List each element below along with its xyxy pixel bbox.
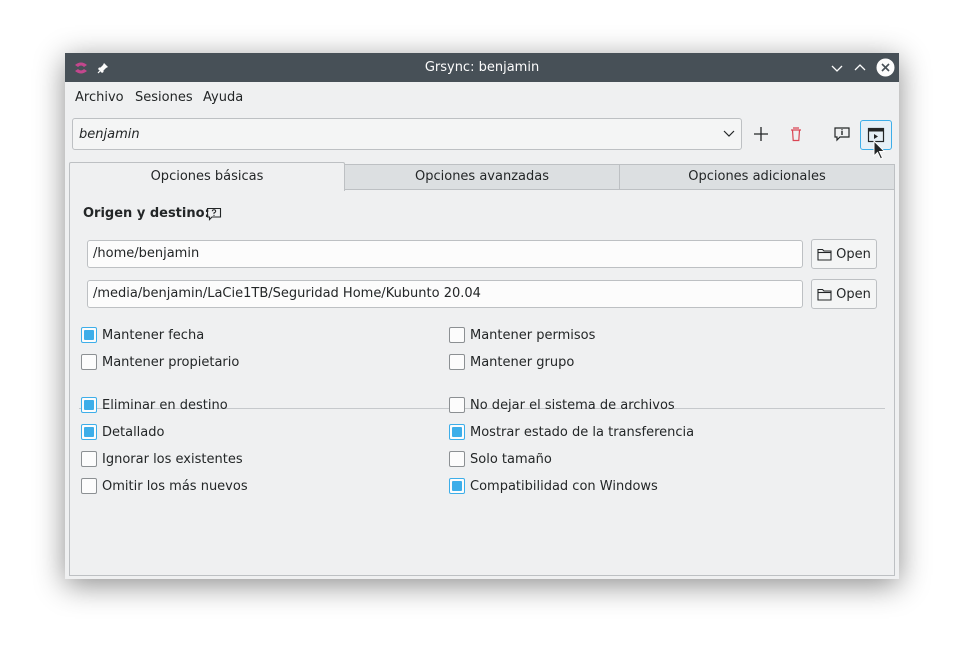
maximize-icon[interactable] bbox=[851, 53, 869, 82]
check-eliminar-en-destino[interactable]: Eliminar en destino bbox=[81, 396, 228, 414]
checkbox[interactable] bbox=[81, 354, 97, 370]
checkbox[interactable] bbox=[81, 451, 97, 467]
title-bar[interactable]: Grsync: benjamin bbox=[65, 53, 899, 82]
tab-bar: Opciones básicas Opciones avanzadas Opci… bbox=[69, 162, 895, 191]
close-icon[interactable] bbox=[875, 53, 895, 82]
check-solo-tamano[interactable]: Solo tamaño bbox=[449, 450, 552, 468]
info-icon bbox=[834, 127, 850, 142]
minimize-icon[interactable] bbox=[828, 53, 846, 82]
check-label: Mantener fecha bbox=[102, 327, 205, 343]
check-no-dejar-sistema[interactable]: No dejar el sistema de archivos bbox=[449, 396, 675, 414]
checkbox[interactable] bbox=[449, 327, 465, 343]
app-window: Grsync: benjamin Archivo Sesiones Ayuda … bbox=[65, 53, 899, 579]
tab-opciones-avanzadas[interactable]: Opciones avanzadas bbox=[344, 164, 620, 190]
open-label: Open bbox=[836, 246, 871, 262]
check-label: Detallado bbox=[102, 424, 165, 440]
basic-options-panel: Origen y destino: /home/benjamin Open /m… bbox=[69, 189, 895, 576]
check-label: Mantener propietario bbox=[102, 354, 240, 370]
tab-opciones-basicas[interactable]: Opciones básicas bbox=[69, 162, 345, 191]
add-session-button[interactable] bbox=[749, 122, 773, 146]
folder-icon bbox=[817, 248, 832, 261]
plus-icon bbox=[754, 127, 768, 141]
session-value: benjamin bbox=[79, 127, 140, 142]
window-title: Grsync: benjamin bbox=[424, 60, 540, 75]
check-compatibilidad-windows[interactable]: Compatibilidad con Windows bbox=[449, 477, 658, 495]
menu-archivo[interactable]: Archivo bbox=[75, 90, 124, 105]
dest-path-input[interactable]: /media/benjamin/LaCie1TB/Seguridad Home/… bbox=[87, 280, 803, 308]
checkbox[interactable] bbox=[449, 451, 465, 467]
check-mantener-fecha[interactable]: Mantener fecha bbox=[81, 326, 204, 344]
folder-icon bbox=[817, 288, 832, 301]
open-source-button[interactable]: Open bbox=[811, 239, 877, 269]
delete-session-button[interactable] bbox=[784, 122, 808, 146]
check-mantener-propietario[interactable]: Mantener propietario bbox=[81, 353, 239, 371]
checkbox[interactable] bbox=[449, 424, 465, 440]
check-label: Eliminar en destino bbox=[102, 397, 228, 413]
open-label: Open bbox=[836, 286, 871, 302]
open-dest-button[interactable]: Open bbox=[811, 279, 877, 309]
menu-bar: Archivo Sesiones Ayuda bbox=[65, 82, 899, 112]
help-icon[interactable] bbox=[206, 207, 222, 225]
checkbox[interactable] bbox=[449, 354, 465, 370]
properties-button[interactable] bbox=[829, 122, 855, 146]
checkbox[interactable] bbox=[81, 327, 97, 343]
checkbox[interactable] bbox=[449, 397, 465, 413]
check-mantener-permisos[interactable]: Mantener permisos bbox=[449, 326, 595, 344]
check-label: Mantener permisos bbox=[470, 327, 596, 343]
tab-opciones-adicionales[interactable]: Opciones adicionales bbox=[619, 164, 895, 190]
check-label: Solo tamaño bbox=[470, 451, 552, 467]
section-label: Origen y destino: bbox=[83, 206, 210, 221]
session-select[interactable]: benjamin bbox=[72, 118, 742, 150]
check-label: Omitir los más nuevos bbox=[102, 478, 248, 494]
check-detallado[interactable]: Detallado bbox=[81, 423, 164, 441]
checkbox[interactable] bbox=[449, 478, 465, 494]
checkbox[interactable] bbox=[81, 424, 97, 440]
checkbox[interactable] bbox=[81, 397, 97, 413]
source-path-input[interactable]: /home/benjamin bbox=[87, 240, 803, 268]
trash-icon bbox=[791, 127, 801, 142]
check-ignorar-existentes[interactable]: Ignorar los existentes bbox=[81, 450, 243, 468]
check-label: No dejar el sistema de archivos bbox=[470, 397, 675, 413]
check-omitir-nuevos[interactable]: Omitir los más nuevos bbox=[81, 477, 248, 495]
check-mostrar-estado[interactable]: Mostrar estado de la transferencia bbox=[449, 423, 694, 441]
menu-ayuda[interactable]: Ayuda bbox=[203, 90, 243, 105]
check-label: Mostrar estado de la transferencia bbox=[470, 424, 695, 440]
menu-sesiones[interactable]: Sesiones bbox=[135, 90, 193, 105]
check-label: Ignorar los existentes bbox=[102, 451, 243, 467]
check-mantener-grupo[interactable]: Mantener grupo bbox=[449, 353, 574, 371]
checkbox[interactable] bbox=[81, 478, 97, 494]
mouse-cursor-icon bbox=[873, 139, 887, 164]
check-label: Compatibilidad con Windows bbox=[470, 478, 658, 494]
check-label: Mantener grupo bbox=[470, 354, 575, 370]
chevron-down-icon bbox=[723, 127, 735, 143]
